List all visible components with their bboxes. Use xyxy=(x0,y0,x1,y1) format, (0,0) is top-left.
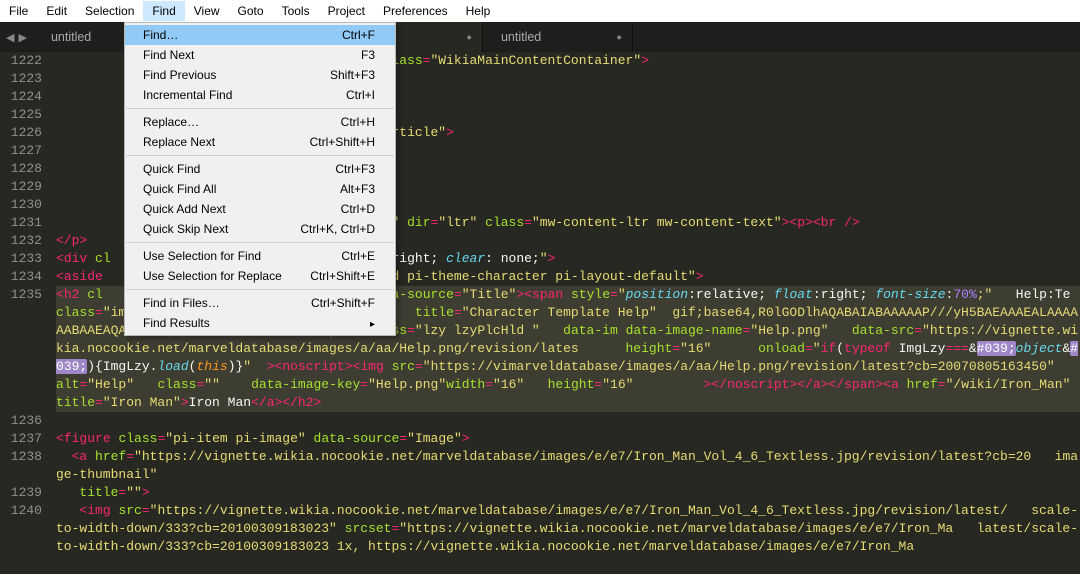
menu-item-quick-skip-next[interactable]: Quick Skip NextCtrl+K, Ctrl+D xyxy=(125,219,395,239)
menu-item-use-selection-for-replace[interactable]: Use Selection for ReplaceCtrl+Shift+E xyxy=(125,266,395,286)
menu-separator xyxy=(126,289,394,290)
line-number: 1231 xyxy=(0,214,42,232)
line-number: 1233 xyxy=(0,250,42,268)
menu-file[interactable]: File xyxy=(0,1,37,21)
menu-tools[interactable]: Tools xyxy=(273,1,319,21)
menu-item-find-previous[interactable]: Find PreviousShift+F3 xyxy=(125,65,395,85)
menu-item-find-next[interactable]: Find NextF3 xyxy=(125,45,395,65)
menu-item-find-results[interactable]: Find Results xyxy=(125,313,395,333)
line-number: 1224 xyxy=(0,88,42,106)
menu-selection[interactable]: Selection xyxy=(76,1,143,21)
nav-back-icon[interactable]: ◀ xyxy=(6,31,14,44)
line-number: 1234 xyxy=(0,268,42,286)
code-line[interactable]: <a href="https://vignette.wikia.nocookie… xyxy=(56,448,1080,484)
menu-view[interactable]: View xyxy=(185,1,229,21)
line-number xyxy=(0,394,42,412)
menu-item-incremental-find[interactable]: Incremental FindCtrl+I xyxy=(125,85,395,105)
menu-goto[interactable]: Goto xyxy=(229,1,273,21)
find-menu-dropdown: Find…Ctrl+FFind NextF3Find PreviousShift… xyxy=(124,22,396,336)
line-number: 1238 xyxy=(0,448,42,466)
menu-item-replace-next[interactable]: Replace NextCtrl+Shift+H xyxy=(125,132,395,152)
menu-item-quick-find[interactable]: Quick FindCtrl+F3 xyxy=(125,159,395,179)
line-number: 1228 xyxy=(0,160,42,178)
menu-item-quick-add-next[interactable]: Quick Add NextCtrl+D xyxy=(125,199,395,219)
line-number xyxy=(0,556,42,574)
line-number: 1239 xyxy=(0,484,42,502)
line-number xyxy=(0,340,42,358)
line-number xyxy=(0,538,42,556)
line-number: 1222 xyxy=(0,52,42,70)
menu-item-quick-find-all[interactable]: Quick Find AllAlt+F3 xyxy=(125,179,395,199)
line-number xyxy=(0,376,42,394)
menu-project[interactable]: Project xyxy=(319,1,374,21)
gutter: 1222122312241225122612271228122912301231… xyxy=(0,52,52,553)
code-line[interactable]: <img src="https://vignette.wikia.nocooki… xyxy=(56,502,1080,553)
nav-forward-icon[interactable]: ▶ xyxy=(18,31,26,44)
tab-3[interactable]: untitled xyxy=(483,22,633,52)
menu-item-find-in-files[interactable]: Find in Files…Ctrl+Shift+F xyxy=(125,293,395,313)
line-number: 1236 xyxy=(0,412,42,430)
line-number xyxy=(0,466,42,484)
menu-item-replace[interactable]: Replace…Ctrl+H xyxy=(125,112,395,132)
line-number: 1223 xyxy=(0,70,42,88)
menu-separator xyxy=(126,108,394,109)
menu-preferences[interactable]: Preferences xyxy=(374,1,457,21)
code-line[interactable]: title=""> xyxy=(56,484,1080,502)
line-number: 1232 xyxy=(0,232,42,250)
line-number: 1240 xyxy=(0,502,42,520)
menu-edit[interactable]: Edit xyxy=(37,1,76,21)
line-number: 1226 xyxy=(0,124,42,142)
code-line[interactable]: <figure class="pi-item pi-image" data-so… xyxy=(56,430,1080,448)
menu-help[interactable]: Help xyxy=(457,1,500,21)
line-number: 1237 xyxy=(0,430,42,448)
line-number xyxy=(0,358,42,376)
line-number: 1227 xyxy=(0,142,42,160)
menubar: FileEditSelectionFindViewGotoToolsProjec… xyxy=(0,0,1080,22)
code-line[interactable] xyxy=(56,412,1080,430)
line-number: 1225 xyxy=(0,106,42,124)
line-number xyxy=(0,520,42,538)
line-number xyxy=(0,322,42,340)
line-number: 1235 xyxy=(0,286,42,304)
line-number xyxy=(0,304,42,322)
line-number: 1230 xyxy=(0,196,42,214)
line-number: 1229 xyxy=(0,178,42,196)
menu-item-find[interactable]: Find…Ctrl+F xyxy=(125,25,395,45)
menu-item-use-selection-for-find[interactable]: Use Selection for FindCtrl+E xyxy=(125,246,395,266)
menu-find[interactable]: Find xyxy=(143,1,184,21)
menu-separator xyxy=(126,242,394,243)
menu-separator xyxy=(126,155,394,156)
